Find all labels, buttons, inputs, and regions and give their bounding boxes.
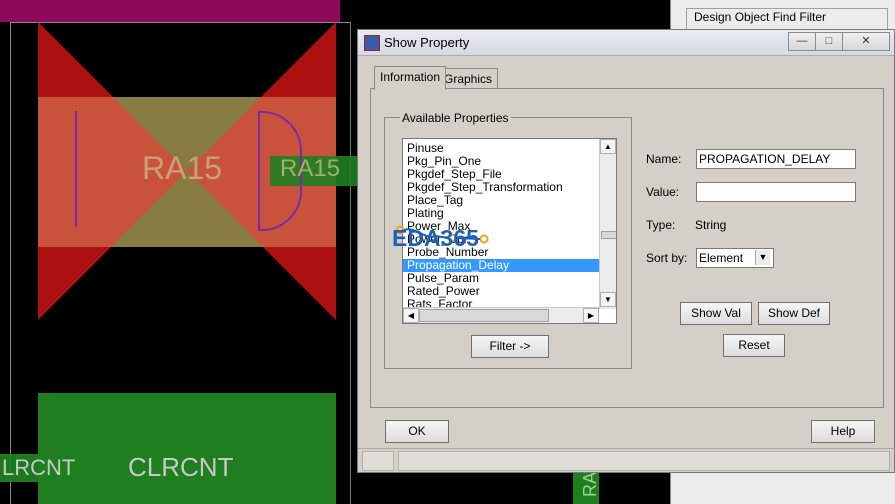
- close-icon[interactable]: ✕: [842, 32, 890, 51]
- scroll-thumb[interactable]: [601, 231, 616, 239]
- pin-label-ra15: RA15: [142, 150, 223, 186]
- hscroll-thumb[interactable]: [419, 309, 549, 322]
- dialog-statusbar: [358, 448, 894, 471]
- maximize-icon[interactable]: □: [815, 32, 843, 51]
- app-icon: [364, 35, 380, 51]
- help-button[interactable]: Help: [811, 420, 875, 443]
- magenta-shape: [0, 0, 340, 22]
- tab-graphics[interactable]: Graphics: [438, 68, 499, 89]
- scroll-right-icon[interactable]: ▶: [583, 308, 599, 323]
- list-vertical-scrollbar[interactable]: ▲ ▼: [599, 139, 616, 309]
- dialog-titlebar[interactable]: Show Property — □ ✕: [358, 30, 894, 56]
- scroll-left-icon[interactable]: ◀: [403, 308, 419, 323]
- type-label: Type:: [646, 218, 676, 232]
- value-field[interactable]: [696, 182, 856, 202]
- chevron-down-icon[interactable]: ▼: [755, 250, 770, 265]
- scroll-down-icon[interactable]: ▼: [600, 292, 616, 307]
- pin-green-bottom: [38, 393, 336, 504]
- outline-line-left: [10, 22, 11, 504]
- pin-letter-e-outline: [75, 111, 77, 227]
- dialog-title: Show Property: [384, 35, 470, 50]
- sortby-label: Sort by:: [646, 251, 688, 265]
- watermark-logo: EDA365: [392, 225, 479, 251]
- filter-button[interactable]: Filter ->: [471, 335, 549, 358]
- sortby-value: Element: [699, 251, 744, 265]
- name-field[interactable]: PROPAGATION_DELAY: [696, 149, 856, 169]
- tab-information[interactable]: Information: [374, 66, 447, 90]
- net-label-ra: RA: [580, 471, 601, 498]
- show-def-button[interactable]: Show Def: [758, 302, 830, 325]
- net-label-lrcnt: LRCNT: [2, 455, 76, 480]
- net-label-clrcnt: CLRCNT: [128, 452, 234, 482]
- scroll-up-icon[interactable]: ▲: [600, 139, 616, 154]
- pin-label-ra15-secondary: RA15: [280, 155, 341, 182]
- reset-button[interactable]: Reset: [723, 334, 785, 357]
- value-label: Value:: [646, 185, 680, 199]
- status-segment: [398, 451, 890, 471]
- list-horizontal-scrollbar[interactable]: ◀ ▶: [403, 307, 599, 323]
- ok-button[interactable]: OK: [385, 420, 449, 443]
- find-filter-title: Design Object Find Filter: [692, 10, 829, 24]
- available-properties-title: Available Properties: [400, 111, 511, 125]
- sortby-select[interactable]: Element ▼: [696, 248, 774, 268]
- name-label: Name:: [646, 152, 682, 166]
- type-value: String: [695, 218, 727, 232]
- status-segment: [362, 451, 394, 471]
- show-val-button[interactable]: Show Val: [680, 302, 752, 325]
- outline-line-right: [350, 22, 351, 504]
- minimize-icon[interactable]: —: [788, 32, 816, 51]
